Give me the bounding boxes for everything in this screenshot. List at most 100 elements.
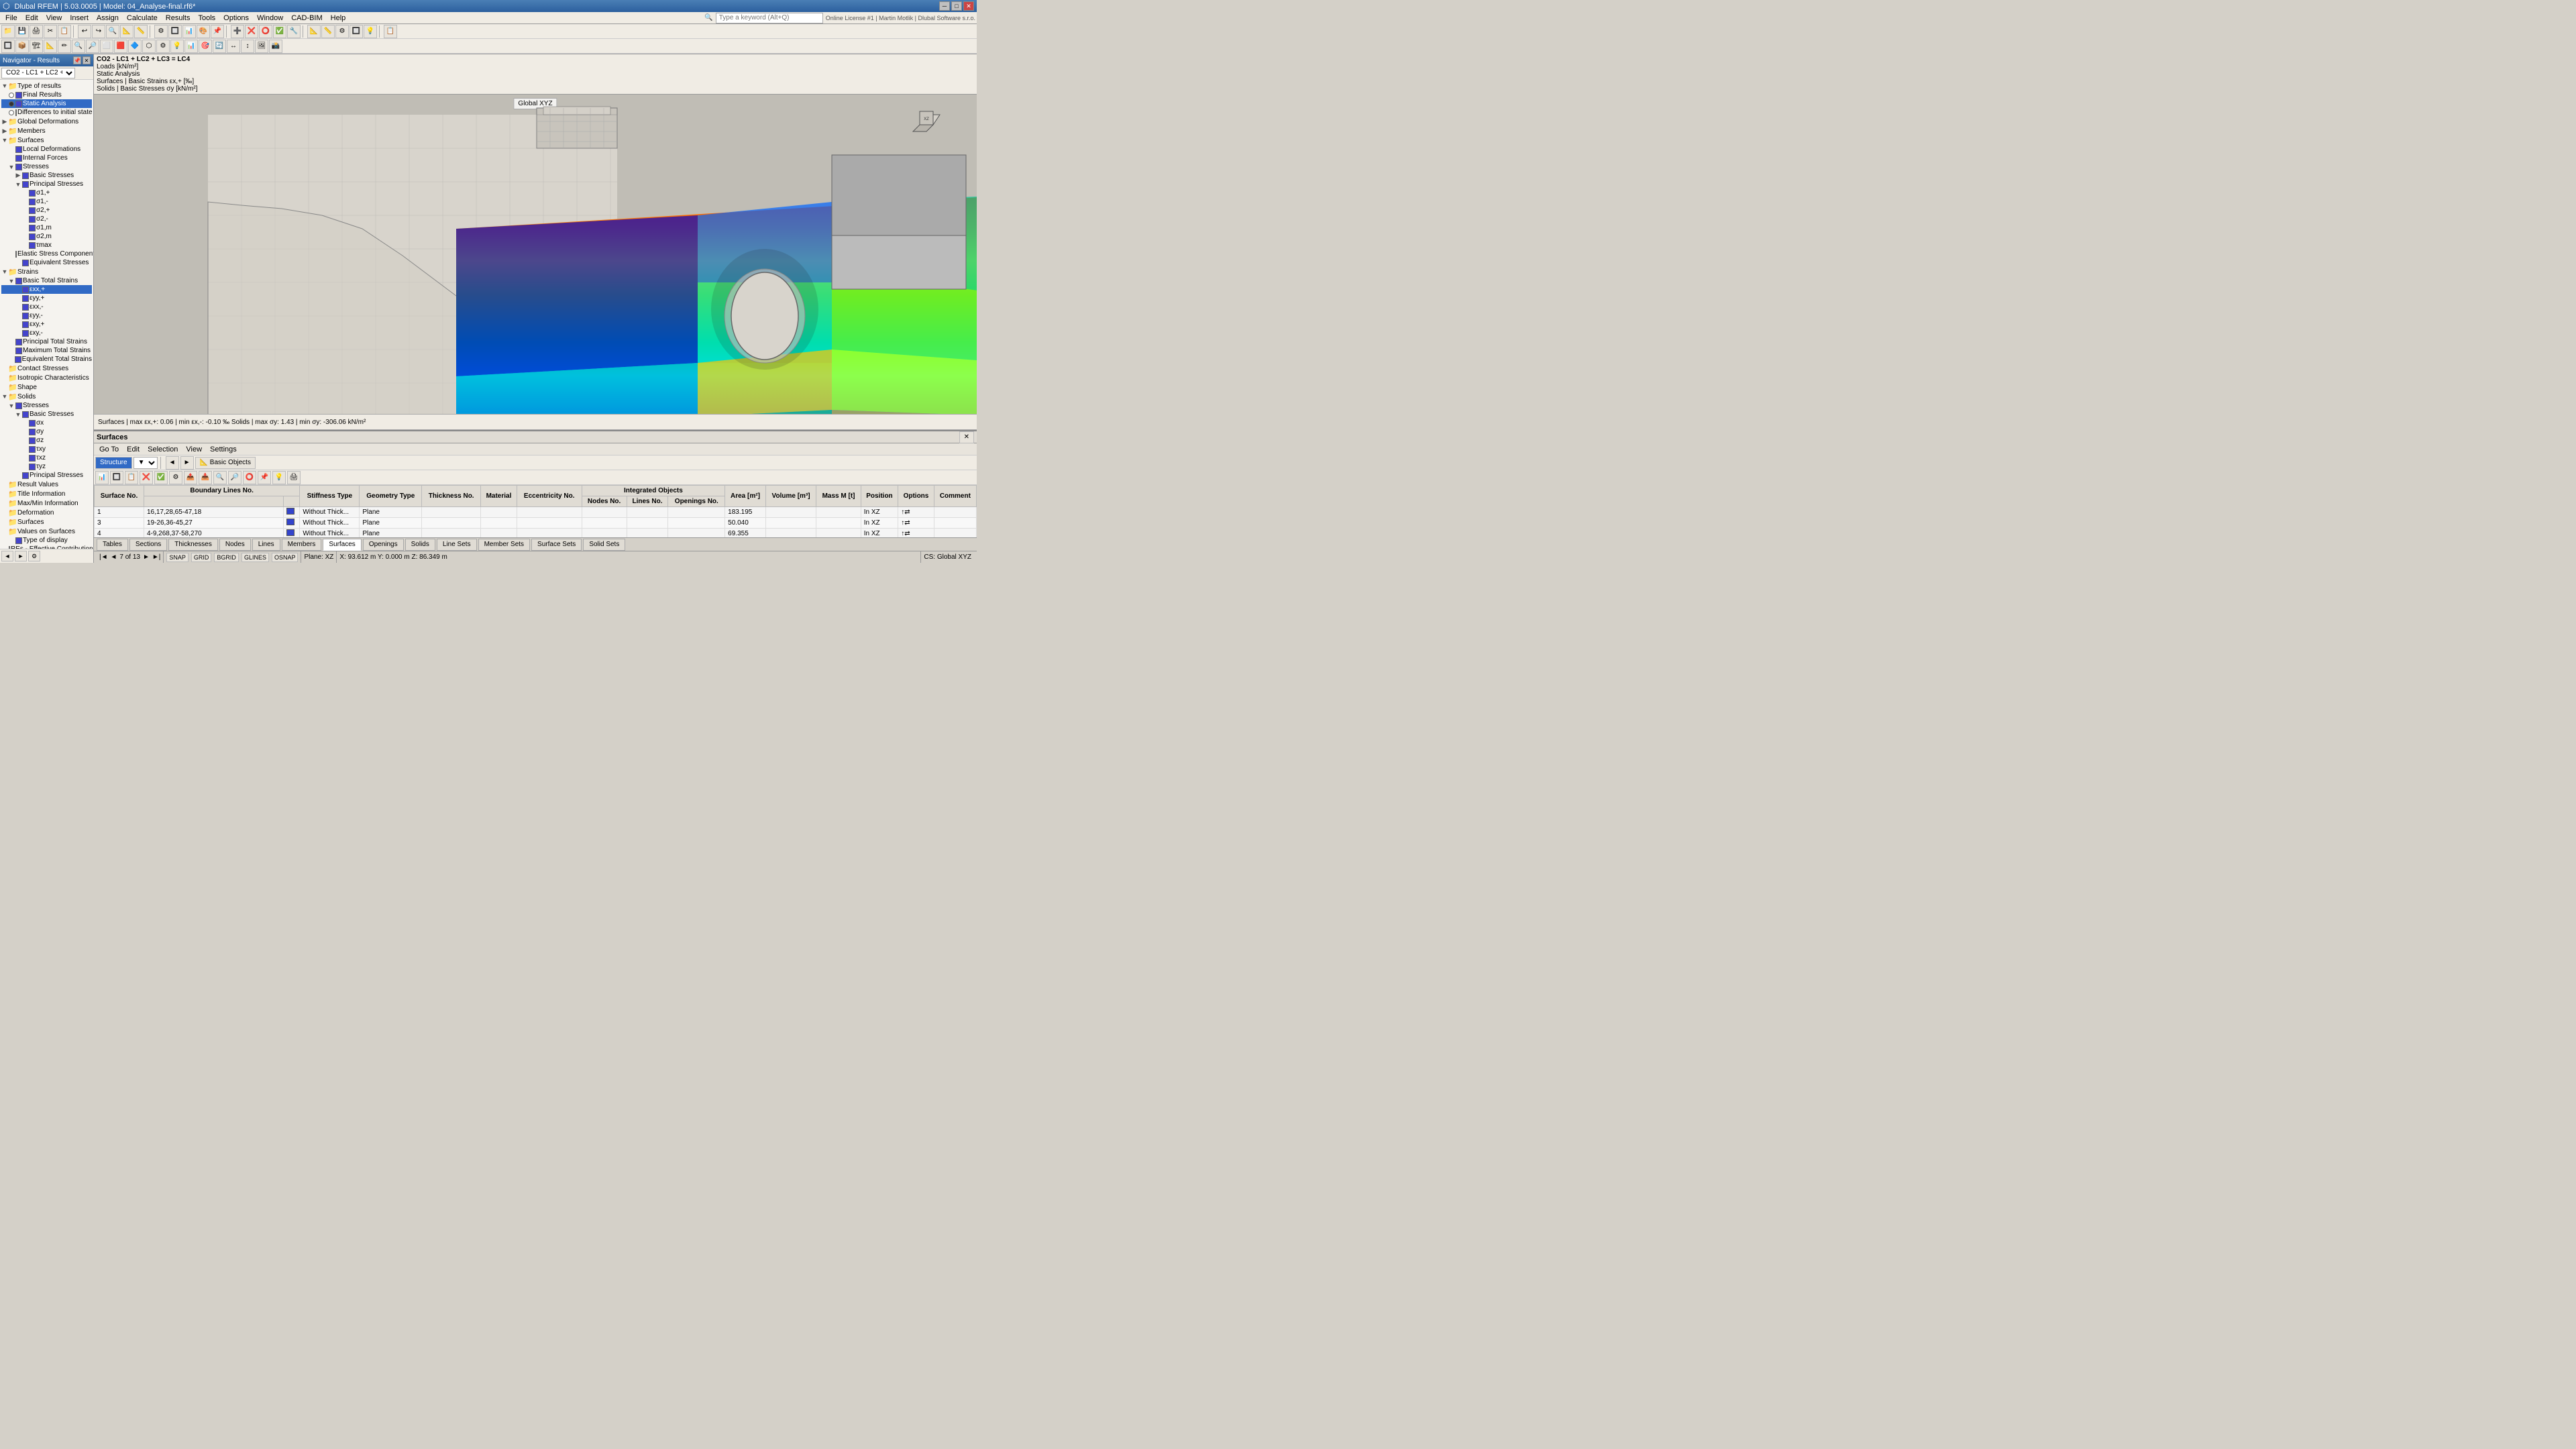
table-row[interactable]: 116,17,28,65-47,18Without Thick...Plane1… [95,507,977,518]
toolbar-btn-22[interactable]: ⚙ [335,25,349,38]
minimize-button[interactable]: ─ [939,1,950,11]
toolbar-btn-4[interactable]: 📋 [58,25,71,38]
nav-next-button[interactable]: ► [15,551,27,561]
tree-node-10[interactable]: ▶Basic Stresses [1,171,92,180]
toolbar-btn-6[interactable]: ↪ [92,25,105,38]
toolbar2-btn-15[interactable]: 🔄 [213,40,226,53]
toolbar2-btn-18[interactable]: 🖼 [255,40,268,53]
bottom-tab-line-sets[interactable]: Line Sets [437,539,477,551]
viewport[interactable]: XZ Global XYZ [94,95,977,414]
tree-node-14[interactable]: σ2,+ [1,206,92,215]
toolbar-btn-16[interactable]: ❌ [245,25,258,38]
toolbar-btn-8[interactable]: 📐 [120,25,133,38]
toolbar-btn-13[interactable]: 🎨 [197,25,210,38]
tree-node-16[interactable]: σ1,m [1,223,92,232]
toolbar2-btn-3[interactable]: 📐 [44,40,57,53]
toolbar-btn-7[interactable]: 🔍 [106,25,119,38]
tree-node-15[interactable]: σ2,- [1,215,92,223]
tree-node-28[interactable]: εxy,- [1,329,92,337]
toolbar-btn-9[interactable]: 📏 [134,25,148,38]
toolbar-btn-3[interactable]: ✂ [44,25,57,38]
tree-node-21[interactable]: ▼📁Strains [1,267,92,276]
toolbar-btn-14[interactable]: 📌 [211,25,224,38]
menu-item-calculate[interactable]: Calculate [123,12,162,24]
tree-node-44[interactable]: Principal Stresses [1,471,92,480]
toolbar2-btn-0[interactable]: 🔲 [1,40,15,53]
toolbar2-btn-4[interactable]: ✏ [58,40,71,53]
nav-prev-button[interactable]: ◄ [1,551,13,561]
toolbar-btn-10[interactable]: ⚙ [154,25,168,38]
tree-node-32[interactable]: 📁Contact Stresses [1,364,92,373]
menu-item-assign[interactable]: Assign [93,12,123,24]
bottom-tab-surfaces[interactable]: Surfaces [323,539,361,551]
prev-page-icon[interactable]: |◄ [99,553,108,561]
toolbar-btn-19[interactable]: 🔧 [287,25,301,38]
toolbar2-btn-9[interactable]: 🔷 [128,40,142,53]
table-toolbar2-btn-10[interactable]: ⭕ [243,471,256,484]
table-toolbar2-btn-1[interactable]: 🔲 [110,471,123,484]
data-table[interactable]: Surface No. Boundary Lines No. Stiffness… [94,485,977,537]
menu-item-view[interactable]: View [42,12,66,24]
tree-node-38[interactable]: σx [1,419,92,427]
tree-node-40[interactable]: σz [1,436,92,445]
tree-node-39[interactable]: σy [1,427,92,436]
table-menu-go-to[interactable]: Go To [95,443,123,455]
menu-item-results[interactable]: Results [162,12,195,24]
table-toolbar2-btn-12[interactable]: 💡 [272,471,286,484]
nav-settings-button[interactable]: ⚙ [28,551,40,561]
menu-item-window[interactable]: Window [253,12,287,24]
toolbar-btn-17[interactable]: ⭕ [259,25,272,38]
search-input[interactable] [716,13,823,23]
tree-node-31[interactable]: Equivalent Total Strains [1,355,92,364]
prev-item-icon[interactable]: ◄ [111,553,117,561]
snap-option-osnap[interactable]: OSNAP [272,553,299,562]
tree-node-46[interactable]: 📁Title Information [1,489,92,498]
nav-load-combo[interactable]: CO2 - LC1 + LC2 + LC3 = LC4 [1,68,75,78]
tree-node-18[interactable]: τmax [1,241,92,250]
tree-node-34[interactable]: 📁Shape [1,382,92,392]
toolbar2-btn-10[interactable]: ⬡ [142,40,156,53]
tree-node-26[interactable]: εyy,- [1,311,92,320]
bottom-tab-nodes[interactable]: Nodes [219,539,251,551]
toolbar2-btn-19[interactable]: 📸 [269,40,282,53]
tree-node-11[interactable]: ▼Principal Stresses [1,180,92,189]
maximize-button[interactable]: □ [951,1,962,11]
next-page-icon[interactable]: ►| [152,553,161,561]
table-toolbar2-btn-9[interactable]: 🔎 [228,471,241,484]
table-toolbar2-btn-3[interactable]: ❌ [140,471,153,484]
table-toolbar2-btn-5[interactable]: ⚙ [169,471,182,484]
tree-node-25[interactable]: εxx,- [1,303,92,311]
toolbar-btn-0[interactable]: 📁 [1,25,15,38]
toolbar-btn-21[interactable]: 📏 [321,25,335,38]
toolbar-btn-11[interactable]: 🔲 [168,25,182,38]
toolbar-btn-24[interactable]: 💡 [364,25,377,38]
table-next-button[interactable]: ► [180,456,194,470]
tree-node-0[interactable]: ▼📁Type of results [1,81,92,91]
bottom-tab-openings[interactable]: Openings [363,539,404,551]
tree-node-12[interactable]: σ1,+ [1,189,92,197]
tree-node-22[interactable]: ▼Basic Total Strains [1,276,92,285]
tree-node-51[interactable]: Type of display [1,536,92,545]
tree-node-1[interactable]: Final Results [1,91,92,99]
tree-node-5[interactable]: ▶📁Members [1,126,92,136]
table-toolbar2-btn-6[interactable]: 📤 [184,471,197,484]
tree-node-42[interactable]: τxz [1,453,92,462]
snap-option-glines[interactable]: GLINES [241,553,269,562]
tree-node-3[interactable]: Differences to initial state [1,108,92,117]
tree-node-20[interactable]: Equivalent Stresses [1,258,92,267]
table-row[interactable]: 44-9,268,37-58,270Without Thick...Plane6… [95,529,977,538]
tree-node-50[interactable]: 📁Values on Surfaces [1,527,92,536]
table-prev-button[interactable]: ◄ [166,456,179,470]
snap-option-snap[interactable]: SNAP [166,553,189,562]
bottom-tab-surface-sets[interactable]: Surface Sets [531,539,582,551]
toolbar-btn-2[interactable]: 🖨 [30,25,43,38]
toolbar2-btn-8[interactable]: 🟥 [114,40,127,53]
snap-option-bgrid[interactable]: BGRID [214,553,239,562]
table-toolbar2-btn-8[interactable]: 🔍 [213,471,227,484]
bottom-tab-sections[interactable]: Sections [129,539,167,551]
nav-close-button[interactable]: ✕ [83,56,91,64]
menu-item-tools[interactable]: Tools [194,12,219,24]
toolbar-btn-1[interactable]: 💾 [15,25,29,38]
toolbar2-btn-12[interactable]: 💡 [170,40,184,53]
menu-item-edit[interactable]: Edit [21,12,42,24]
